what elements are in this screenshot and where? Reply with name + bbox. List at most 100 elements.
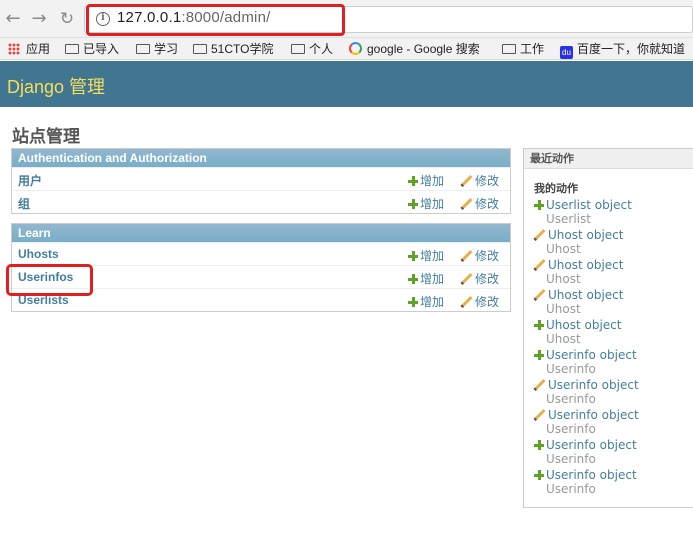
- google-icon: [349, 42, 362, 55]
- pencil-icon: [461, 175, 472, 186]
- action-object: Uhost object: [548, 228, 624, 242]
- model-link-users[interactable]: 用户: [18, 172, 42, 189]
- add-button[interactable]: 增加: [408, 195, 444, 212]
- bookmark-label: 个人: [309, 42, 334, 56]
- url-highlight-box: [86, 4, 345, 36]
- table-row: Uhosts 增加 修改: [12, 242, 510, 265]
- bookmark-baidu[interactable]: du 百度一下，你就知道: [560, 41, 686, 59]
- change-button[interactable]: 修改: [461, 172, 499, 189]
- bookmark-work[interactable]: 工作: [502, 41, 544, 57]
- pencil-icon: [534, 379, 545, 390]
- change-label: 修改: [475, 174, 500, 188]
- bookmarks-bar: 应用 已导入 学习 51CTO学院 个人 google - Google 搜索 …: [0, 38, 693, 60]
- page-title: 站点管理: [12, 127, 80, 147]
- module-title[interactable]: Learn: [12, 224, 510, 242]
- folder-icon: [65, 44, 79, 54]
- folder-icon: [291, 44, 305, 54]
- plus-icon: [534, 470, 544, 480]
- action-object: Userinfo object: [548, 408, 639, 422]
- bookmark-label: 百度一下，你就知道: [577, 42, 686, 56]
- bookmark-personal[interactable]: 个人: [291, 41, 333, 57]
- plus-icon: [534, 350, 544, 360]
- add-button[interactable]: 增加: [408, 247, 444, 264]
- action-link[interactable]: Userinfo object: [534, 438, 693, 452]
- folder-icon: [136, 44, 150, 54]
- bookmark-google[interactable]: google - Google 搜索: [349, 41, 480, 57]
- list-item: Userinfo object Userinfo: [534, 468, 693, 496]
- plus-icon: [408, 297, 418, 307]
- add-label: 增加: [420, 272, 445, 286]
- pencil-icon: [534, 259, 545, 270]
- pencil-icon: [534, 229, 545, 240]
- action-object: Userinfo object: [546, 468, 637, 482]
- change-button[interactable]: 修改: [461, 247, 499, 264]
- pencil-icon: [461, 250, 472, 261]
- change-button[interactable]: 修改: [461, 195, 499, 212]
- add-label: 增加: [420, 295, 445, 309]
- bookmark-label: google - Google 搜索: [367, 42, 480, 56]
- action-link[interactable]: Userinfo object: [534, 348, 693, 362]
- action-link[interactable]: Uhost object: [534, 288, 693, 302]
- action-link[interactable]: Userlist object: [534, 198, 693, 212]
- add-button[interactable]: 增加: [408, 293, 444, 310]
- change-button[interactable]: 修改: [461, 270, 499, 287]
- bookmark-study[interactable]: 学习: [136, 41, 178, 57]
- plus-icon: [408, 251, 418, 261]
- list-item: Uhost object Uhost: [534, 228, 693, 256]
- action-type: Uhost: [546, 302, 581, 316]
- action-type: Userinfo: [546, 392, 596, 406]
- site-title[interactable]: Django 管理: [7, 73, 105, 99]
- baidu-icon: du: [560, 46, 573, 59]
- list-item: Uhost object Uhost: [534, 288, 693, 316]
- pencil-icon: [534, 289, 545, 300]
- module-title[interactable]: Authentication and Authorization: [12, 149, 510, 167]
- add-button[interactable]: 增加: [408, 172, 444, 189]
- model-link-groups[interactable]: 组: [18, 195, 30, 212]
- model-link-uhosts[interactable]: Uhosts: [18, 247, 59, 261]
- action-object: Uhost object: [548, 258, 624, 272]
- plus-icon: [534, 200, 544, 210]
- folder-icon: [193, 44, 207, 54]
- list-item: Userinfo object Userinfo: [534, 378, 693, 406]
- pencil-icon: [534, 409, 545, 420]
- bookmark-apps[interactable]: 应用: [8, 41, 50, 57]
- list-item: Uhost object Uhost: [534, 318, 693, 346]
- bookmark-label: 51CTO学院: [211, 42, 274, 56]
- bookmark-label: 应用: [26, 42, 51, 56]
- reload-icon[interactable]: ↻: [57, 9, 77, 29]
- django-header: Django 管理: [0, 61, 693, 107]
- action-link[interactable]: Userinfo object: [534, 408, 693, 422]
- action-link[interactable]: Userinfo object: [534, 468, 693, 482]
- pencil-icon: [461, 198, 472, 209]
- add-label: 增加: [420, 249, 445, 263]
- action-object: Userinfo object: [546, 438, 637, 452]
- action-object: Userinfo object: [548, 378, 639, 392]
- action-type: Userinfo: [546, 362, 596, 376]
- action-link[interactable]: Uhost object: [534, 228, 693, 242]
- folder-icon: [502, 44, 516, 54]
- plus-icon: [534, 440, 544, 450]
- action-link[interactable]: Userinfo object: [534, 378, 693, 392]
- action-object: Uhost object: [546, 318, 622, 332]
- list-item: Userinfo object Userinfo: [534, 408, 693, 436]
- bookmark-label: 学习: [154, 42, 179, 56]
- apps-icon: [8, 43, 20, 55]
- table-row: 组 增加 修改: [12, 190, 510, 213]
- action-link[interactable]: Uhost object: [534, 258, 693, 272]
- action-link[interactable]: Uhost object: [534, 318, 693, 332]
- change-button[interactable]: 修改: [461, 293, 499, 310]
- list-item: Userinfo object Userinfo: [534, 438, 693, 466]
- action-type: Userinfo: [546, 422, 596, 436]
- bookmark-51cto[interactable]: 51CTO学院: [193, 41, 273, 57]
- action-object: Uhost object: [548, 288, 624, 302]
- action-type: Userinfo: [546, 482, 596, 496]
- add-button[interactable]: 增加: [408, 270, 444, 287]
- action-type: Uhost: [546, 272, 581, 286]
- forward-arrow-icon[interactable]: →: [29, 9, 49, 29]
- list-item: Userinfo object Userinfo: [534, 348, 693, 376]
- back-arrow-icon[interactable]: ←: [3, 9, 23, 29]
- change-label: 修改: [475, 249, 500, 263]
- change-label: 修改: [475, 197, 500, 211]
- bookmark-imported[interactable]: 已导入: [65, 41, 119, 57]
- bookmark-label: 工作: [520, 42, 545, 56]
